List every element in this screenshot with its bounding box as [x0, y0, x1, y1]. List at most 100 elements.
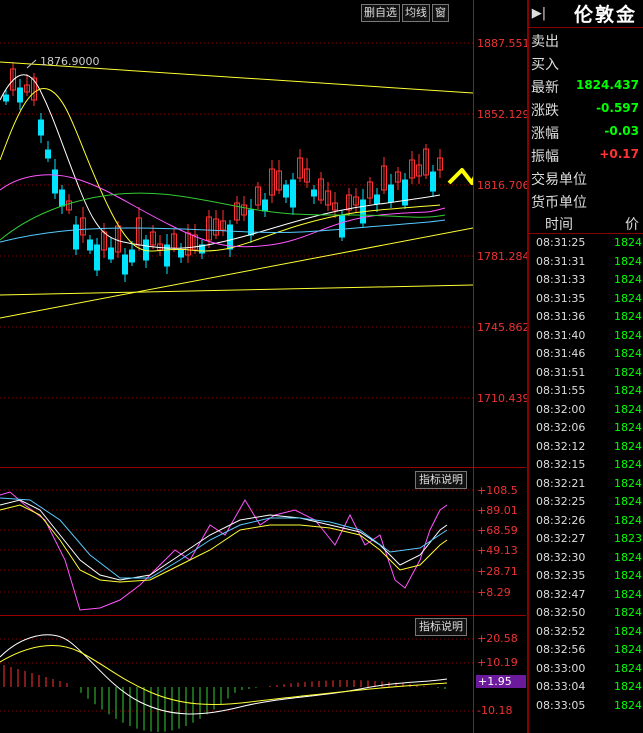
candle-down — [430, 171, 436, 192]
candle-down — [402, 179, 408, 206]
tick-row: 08:32:21 1824 — [529, 475, 643, 494]
quote-value: +0.17 — [599, 147, 639, 161]
tick-row: 08:31:55 1824 — [529, 382, 643, 401]
quote-row: 买入 — [529, 51, 643, 74]
macd-panel[interactable]: 指标说明 — [0, 617, 473, 733]
tick-row: 08:32:26 1824 — [529, 512, 643, 531]
candlestick-panel[interactable]: 1876.9000 删自选 均线 窗 — [0, 0, 537, 467]
quote-row: 振幅 +0.17 — [529, 143, 643, 166]
kdj-chart[interactable] — [0, 470, 473, 615]
tick-time: 08:31:40 — [536, 328, 586, 342]
tick-row: 08:33:04 1824 — [529, 678, 643, 697]
tick-row: 08:31:36 1824 — [529, 308, 643, 327]
quote-label: 交易单位 — [531, 172, 587, 188]
tick-row: 08:33:05 1824 — [529, 697, 643, 716]
quote-row: 交易单位 — [529, 166, 643, 189]
tick-price: 1824 — [614, 624, 642, 638]
kdj-panel[interactable]: 指标说明 — [0, 470, 473, 615]
quote-label: 货币单位 — [531, 195, 587, 211]
quote-value: 1824.437 — [575, 78, 639, 92]
tick-time: 08:31:25 — [536, 236, 586, 249]
tick-list[interactable]: 08:31:25 1824 08:31:31 1824 08:31:33 1824 08:3… — [529, 234, 643, 715]
tick-time: 08:32:30 — [536, 550, 586, 564]
macd-current-value: +1.95 — [476, 675, 526, 688]
candle-down — [52, 169, 58, 194]
candle-down — [59, 189, 65, 207]
tick-price: 1824 — [614, 310, 642, 323]
peak-price-label: 1876.9000 — [40, 55, 100, 68]
macd-lines — [0, 634, 448, 715]
candle-down — [339, 214, 345, 238]
tick-time: 08:33:04 — [536, 680, 586, 693]
tick-header: 时间 价 — [529, 212, 643, 234]
delete-watchlist-button[interactable]: 删自选 — [361, 4, 400, 22]
candle-down — [73, 224, 79, 250]
tick-row: 08:31:51 1824 — [529, 364, 643, 383]
kdj-tick: +89.01 — [477, 504, 518, 517]
collapse-panel-icon[interactable]: ▶| — [529, 6, 549, 21]
tick-row: 08:31:35 1824 — [529, 290, 643, 309]
tick-row: 08:32:52 1824 — [529, 623, 643, 642]
tick-price: 1824 — [614, 513, 642, 527]
kdj-tick: +68.59 — [477, 524, 518, 537]
tick-time: 08:33:05 — [536, 698, 586, 712]
tick-time: 08:33:00 — [536, 661, 586, 675]
price-tick: 1887.551 — [477, 37, 530, 50]
tick-row: 08:31:46 1824 — [529, 345, 643, 364]
tick-price: 1824 — [614, 328, 642, 342]
tick-price: 1824 — [614, 458, 642, 471]
tick-price: 1824 — [614, 254, 642, 268]
macd-dea-line — [0, 645, 448, 705]
tick-price: 1823 — [614, 532, 642, 545]
kdj-tick: +28.71 — [477, 565, 518, 578]
tick-row: 08:32:15 1824 — [529, 456, 643, 475]
macd-histogram — [3, 665, 446, 732]
quote-label: 振幅 — [531, 149, 559, 165]
macd-chart[interactable] — [0, 617, 473, 733]
tick-time: 08:32:25 — [536, 495, 586, 508]
tick-price: 1824 — [614, 698, 642, 712]
tick-time: 08:32:06 — [536, 421, 586, 434]
candle-down — [87, 239, 93, 251]
tick-time: 08:32:26 — [536, 513, 586, 527]
price-tick: 1781.284 — [477, 250, 530, 263]
quote-header: ▶| 伦敦金 — [529, 0, 643, 28]
candle-down — [248, 209, 254, 236]
kdj-description-button[interactable]: 指标说明 — [415, 471, 467, 489]
tick-time: 08:31:46 — [536, 347, 586, 360]
candle-down — [3, 94, 9, 102]
tick-price: 1824 — [614, 347, 642, 360]
annotation-arrows — [447, 106, 537, 292]
tick-time: 08:32:52 — [536, 624, 586, 638]
kdj-tick: +108.5 — [477, 484, 518, 497]
candle-down — [94, 244, 100, 271]
tick-row: 08:32:25 1824 — [529, 493, 643, 512]
candle-down — [374, 194, 380, 205]
panel-divider — [0, 467, 526, 468]
macd-description-button[interactable]: 指标说明 — [415, 618, 467, 636]
tick-price: 1824 — [614, 661, 642, 675]
moving-average-button[interactable]: 均线 — [402, 4, 430, 22]
candle-down — [122, 254, 128, 275]
tick-price: 1824 — [614, 680, 642, 693]
quote-row: 涨幅 -0.03 — [529, 120, 643, 143]
price-axis: 1887.551 1852.129 1816.706 1781.284 1745… — [473, 0, 530, 733]
tick-price: 1824 — [614, 439, 642, 453]
tick-row: 08:32:06 1824 — [529, 419, 643, 438]
tick-time: 08:32:35 — [536, 569, 586, 582]
candlestick-chart[interactable] — [0, 0, 537, 467]
panel-divider — [0, 615, 526, 616]
tick-row: 08:32:35 1824 — [529, 567, 643, 586]
tick-price: 1824 — [614, 587, 642, 601]
kdj-tick: +8.29 — [477, 586, 511, 599]
price-tick: 1745.862 — [477, 321, 530, 334]
candle-down — [262, 199, 268, 212]
tick-time-header: 时间 — [545, 217, 573, 233]
quote-label: 最新 — [531, 80, 559, 96]
candle-down — [290, 179, 296, 208]
tick-price: 1824 — [614, 606, 642, 619]
tick-price: 1824 — [614, 236, 642, 249]
tick-row: 08:32:12 1824 — [529, 438, 643, 457]
window-button[interactable]: 窗 — [432, 4, 449, 22]
quote-row: 货币单位 — [529, 189, 643, 212]
